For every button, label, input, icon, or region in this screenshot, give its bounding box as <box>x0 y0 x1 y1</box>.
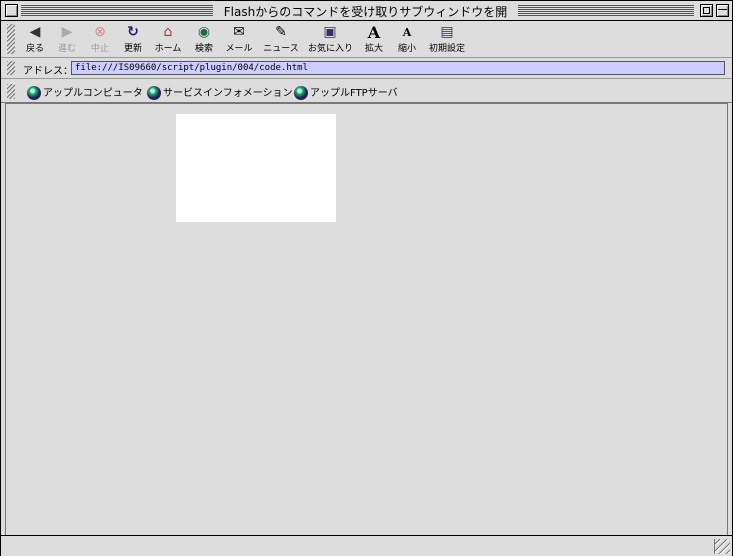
vertical-scrollbar[interactable] <box>727 103 732 535</box>
address-bar: アドレス： file:///IS09660/script/plugin/004/… <box>1 58 732 79</box>
favorite-label: サービスインフォメーション <box>163 88 293 99</box>
preferences-button[interactable]: ▤ 初期設定 <box>429 24 465 54</box>
text-smaller-icon: A <box>402 26 412 39</box>
search-button[interactable]: ◉ 検索 <box>188 24 220 54</box>
navigation-toolbar: ◀ 戻る ▶ 進む ⊗ 中止 ↻ 更新 ⌂ ホーム ◉ 検索 ✉ メール ✎ ニ <box>1 21 732 58</box>
flash-movie-area[interactable] <box>176 114 336 222</box>
close-box[interactable] <box>5 4 18 17</box>
mail-icon: ✉ <box>233 24 245 40</box>
globe-icon <box>147 86 161 100</box>
text-larger-icon: A <box>367 23 381 42</box>
favorites-bar-grip[interactable] <box>7 84 15 99</box>
back-arrow-icon: ◀ <box>29 24 41 40</box>
forward-arrow-icon: ▶ <box>61 24 73 40</box>
zoom-box[interactable] <box>700 4 713 17</box>
home-icon: ⌂ <box>163 24 173 40</box>
text-smaller-button[interactable]: A 縮小 <box>391 24 423 54</box>
address-label: アドレス： <box>23 66 73 77</box>
favorite-apple-computer[interactable]: アップルコンピュータ <box>27 84 143 100</box>
resize-grip-icon[interactable] <box>714 539 730 554</box>
address-field[interactable]: file:///IS09660/script/plugin/004/code.h… <box>71 61 725 75</box>
favorite-label: アップルコンピュータ <box>43 88 143 99</box>
globe-icon <box>27 86 41 100</box>
favorite-label: アップルFTPサーバ <box>310 88 398 99</box>
address-bar-grip[interactable] <box>7 61 15 75</box>
favorite-apple-ftp-server[interactable]: アップルFTPサーバ <box>294 84 398 100</box>
search-globe-icon: ◉ <box>197 24 211 40</box>
favorite-service-information[interactable]: サービスインフォメーション <box>147 84 293 100</box>
stop-icon: ⊗ <box>94 24 106 40</box>
news-button[interactable]: ✎ ニュース <box>263 24 299 54</box>
title-stripes-left <box>21 5 213 16</box>
refresh-icon: ↻ <box>127 24 139 40</box>
favorites-bar: アップルコンピュータ サービスインフォメーション アップルFTPサーバ <box>1 80 732 103</box>
collapse-box[interactable] <box>716 4 729 17</box>
browser-window: Flashからのコマンドを受け取りサブウィンドウを開 ◀ 戻る ▶ 進む ⊗ 中… <box>0 0 733 556</box>
home-button[interactable]: ⌂ ホーム <box>152 24 184 54</box>
globe-icon <box>294 86 308 100</box>
page-content <box>5 103 727 535</box>
preferences-icon: ▤ <box>440 24 454 40</box>
mail-button[interactable]: ✉ メール <box>223 24 255 54</box>
title-stripes-right <box>518 5 694 16</box>
refresh-button[interactable]: ↻ 更新 <box>117 24 149 54</box>
window-title: Flashからのコマンドを受け取りサブウィンドウを開 <box>213 3 518 20</box>
favorites-folder-icon: ▣ <box>323 24 337 40</box>
news-icon: ✎ <box>275 24 287 40</box>
favorites-button[interactable]: ▣ お気に入り <box>308 24 353 54</box>
title-bar[interactable]: Flashからのコマンドを受け取りサブウィンドウを開 <box>1 1 732 21</box>
status-bar <box>1 535 732 556</box>
